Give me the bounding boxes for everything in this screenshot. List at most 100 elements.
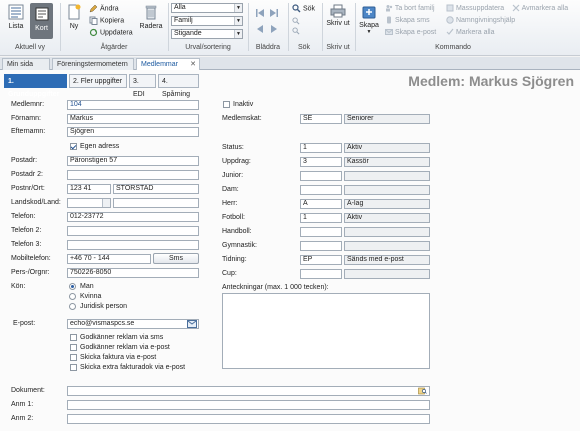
tidning-code-field[interactable]: EP [300,255,342,265]
create-email-button[interactable]: Skapa e-post [385,28,436,36]
personal-no-field[interactable]: 750226-8050 [67,268,199,278]
unmark-all-button[interactable]: Avmarkera alla [512,4,568,12]
new-button[interactable]: Ny [64,4,84,36]
chevron-down-icon: ▼ [234,17,242,25]
fotboll-code-field[interactable]: 1 [300,213,342,223]
consent-sms-checkbox[interactable] [70,334,77,341]
note2-field[interactable] [67,414,430,424]
member-no-label: Medlemnr: [11,101,45,108]
phone2-label: Telefon 2: [11,227,42,234]
status-code-field[interactable]: 1 [300,143,342,153]
status-name-field: Aktiv [344,143,430,153]
print-button[interactable]: Skriv ut [326,4,350,28]
remove-family-button[interactable]: Ta bort familj [385,4,435,12]
status-label: Status: [222,144,244,151]
inactive-checkbox[interactable] [223,101,230,108]
herr-name-field: A-lag [344,199,430,209]
city-field[interactable]: STORSTAD [113,184,199,194]
note1-field[interactable] [67,400,430,410]
filter-select[interactable]: Alla ▼ [171,3,243,13]
gender-radio-kvinna[interactable] [69,293,76,300]
next-arrow-icon [271,25,277,33]
sort-select[interactable]: Familj ▼ [171,16,243,26]
list-view-label: Lista [8,23,24,30]
delete-button[interactable]: Radera [138,4,164,36]
email-icon[interactable] [187,320,197,328]
first-record-button[interactable] [255,8,265,20]
ribbon-separator [355,3,356,51]
edit-button[interactable]: Ändra [89,4,119,13]
country-label: Landskod/Land: [11,199,61,206]
edit-icon [89,4,98,13]
group-label-view: Aktuell vy [15,44,45,51]
update-button[interactable]: Uppdatera [89,28,133,37]
ribbon: Lista Kort Aktuell vy Ny Ändra Kopiera U… [0,0,580,56]
member-no-field[interactable]: 104 [67,100,199,110]
search-button[interactable]: Sök [292,4,315,13]
address-field[interactable]: Päronstigen 57 [67,156,199,166]
printer-icon [330,4,346,18]
subtab-edi[interactable]: 3. EDI [129,74,156,98]
zoom-in-button[interactable] [292,17,300,27]
herr-code-field[interactable]: A [300,199,342,209]
naming-help-button[interactable]: Namngivningshjälp [446,16,515,24]
dam-code-field[interactable] [300,185,342,195]
list-view-button[interactable]: Lista [5,4,27,36]
gender-radio-man[interactable] [69,283,76,290]
fotboll-label: Fotboll: [222,214,245,221]
last-name-field[interactable]: Sjögren [67,127,199,137]
folder-search-icon[interactable] [418,387,427,395]
last-record-button[interactable] [269,8,279,20]
cup-code-field[interactable] [300,269,342,279]
country-name-field[interactable] [113,198,199,208]
category-code-field[interactable]: SE [300,114,342,124]
mark-all-button[interactable]: Markera alla [446,28,494,36]
check-icon [446,28,454,35]
mass-update-button[interactable]: Massuppdatera [446,4,504,12]
sms-button[interactable]: Sms [153,253,199,264]
subtab-fler-uppgifter[interactable]: 2. Fler uppgifter [69,74,127,88]
next-record-button[interactable] [269,24,279,36]
print-label: Skriv ut [326,20,350,27]
consent-email-checkbox[interactable] [70,344,77,351]
document-field[interactable] [67,386,430,396]
subtab-sparning[interactable]: 4. Spårning [158,74,199,98]
mobile-field[interactable]: +46 70 - 144 [67,254,151,264]
uppdrag-code-field[interactable]: 3 [300,157,342,167]
last-name-label: Efternamn: [11,128,46,135]
card-view-button[interactable]: Kort [30,3,53,39]
address2-field[interactable] [67,170,199,180]
notes-textarea[interactable] [222,293,430,369]
cup-label: Cup: [222,270,237,277]
invoice-email-checkbox[interactable] [70,354,77,361]
subtab-grunduppgifter[interactable]: 1. Grunduppgifter [4,74,67,98]
phone3-field[interactable] [67,240,199,250]
tab-min-sida[interactable]: Min sida [2,58,50,70]
previous-record-button[interactable] [255,24,265,36]
zip-field[interactable]: 123 41 [67,184,111,194]
create-sms-button[interactable]: Skapa sms [385,16,430,24]
new-label: Ny [69,23,79,30]
create-button[interactable]: Skapa ▼ [358,4,380,35]
country-lookup-button[interactable] [102,199,110,207]
tab-medlemmar[interactable]: Medlemmar ✕ [136,58,200,70]
gymnastik-code-field[interactable] [300,241,342,251]
ribbon-separator [60,3,61,51]
copy-button[interactable]: Kopiera [89,16,124,25]
group-label-commands: Kommando [435,44,471,51]
gender-radio-juridisk[interactable] [69,303,76,310]
email-field[interactable]: echo@vismaspcs.se [67,319,199,329]
extra-invoice-email-checkbox[interactable] [70,364,77,371]
zoom-out-button[interactable] [292,27,300,37]
order-select[interactable]: Stigande ▼ [171,29,243,39]
zip-city-label: Postnr/Ort: [11,185,45,192]
tab-foreningstermometern[interactable]: Föreningstermometern [52,58,134,70]
junior-code-field[interactable] [300,171,342,181]
phone2-field[interactable] [67,226,199,236]
own-address-checkbox[interactable] [70,143,77,150]
first-name-field[interactable]: Markus [67,114,199,124]
dam-label: Dam: [222,186,239,193]
close-icon[interactable]: ✕ [190,59,196,70]
phone-field[interactable]: 012-23772 [67,212,199,222]
handboll-code-field[interactable] [300,227,342,237]
